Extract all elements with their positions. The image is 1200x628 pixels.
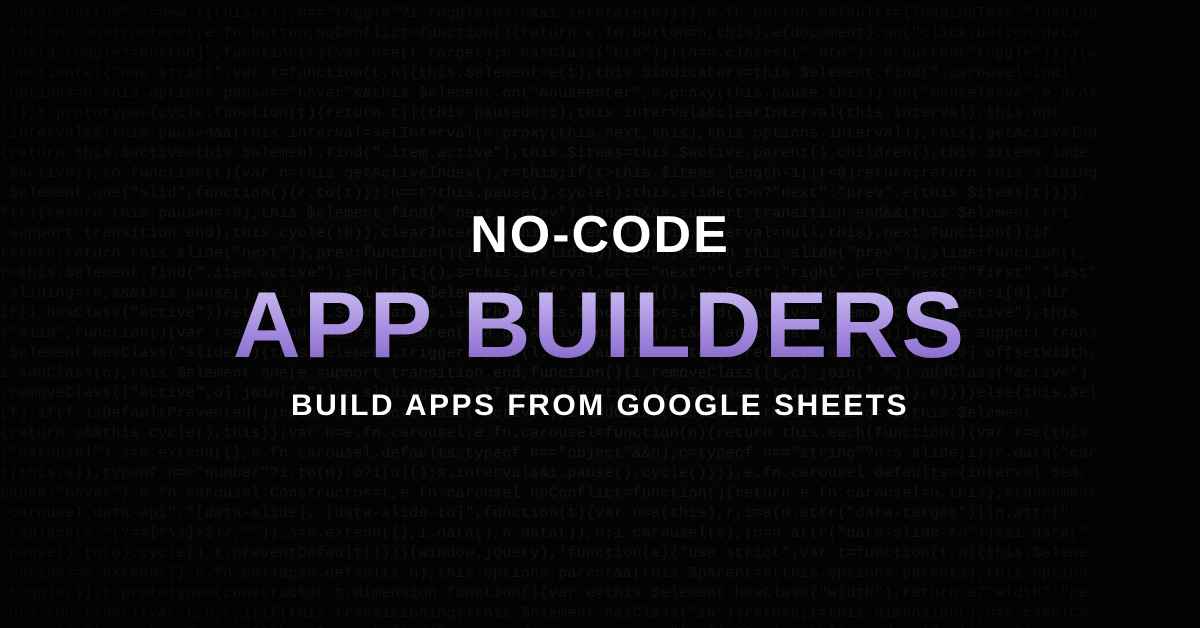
hero-heading-line1: NO-CODE (0, 205, 1200, 265)
hero-text-block: NO-CODE APP BUILDERS BUILD APPS FROM GOO… (0, 205, 1200, 423)
hero-heading-line2: APP BUILDERS (233, 271, 967, 379)
hero-subheading: BUILD APPS FROM GOOGLE SHEETS (0, 389, 1200, 423)
